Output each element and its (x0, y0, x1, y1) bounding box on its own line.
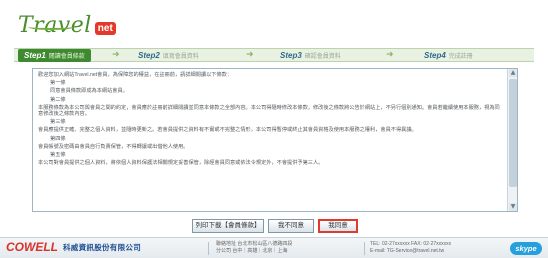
terms-section-title: 第五條 (50, 152, 66, 159)
terms-box[interactable]: 歡迎您加入網站Travel.net會員，為保障您的權益，在註冊前，請詳細閱讀以下… (32, 68, 518, 212)
step-4-label: 完成註冊 (448, 54, 473, 60)
scroll-down-icon[interactable]: ▼ (509, 203, 517, 211)
logo-swoosh-icon (28, 24, 74, 30)
scrollbar-thumb[interactable] (509, 79, 517, 187)
step-2: Step2 填寫會員資料 (138, 49, 199, 62)
skype-icon[interactable]: skype (510, 242, 542, 255)
terms-section-title: 第一條 (50, 80, 66, 87)
arrow-right-icon: ➜ (386, 50, 394, 60)
company-brand: COWELL (6, 240, 58, 254)
terms-section-title: 第三條 (50, 119, 66, 126)
terms-content: 歡迎您加入網站Travel.net會員，為保障您的權益，在註冊前，請詳細閱讀以下… (33, 69, 507, 211)
footer-contact: TEL: 02-27xxxxxx FAX: 02-27xxxxxx E-mail… (370, 241, 451, 255)
company-logo: COWELL 科威資訊股份有限公司 (6, 240, 141, 254)
registration-page: Travel net Step1 閱讀會員條款 ➜ Step2 填寫會員資料 ➜… (0, 0, 548, 258)
step-2-number: Step2 (138, 51, 160, 60)
step-1-label: 閱讀會員條款 (48, 54, 85, 60)
contact-tel: TEL: 02-27xxxxxx FAX: 02-27xxxxxx (370, 241, 452, 247)
terms-section-body: 本公司對會員提供之個人資料，將依個人資料保護法相關規定妥善保管，除經會員同意或依… (38, 160, 324, 167)
step-4-number: Step4 (424, 51, 446, 60)
branch-label: 分公司 (216, 248, 232, 254)
footer: COWELL 科威資訊股份有限公司 聯絡地址 台北市松山區八德路四段 分公司 台… (0, 237, 548, 258)
step-1: Step1 閱讀會員條款 (18, 49, 91, 62)
contact-email[interactable]: E-mail: TG-Service@travel.net.tw (370, 248, 451, 255)
print-terms-button[interactable]: 列印下載【會員條款】 (192, 219, 264, 233)
terms-scrollbar[interactable]: ▲ ▼ (507, 69, 517, 211)
travel-logo[interactable]: Travel net (18, 6, 116, 38)
terms-section-title: 第四條 (50, 135, 66, 142)
step-2-label: 填寫會員資料 (162, 54, 199, 60)
terms-section-body: 會員帳號及密碼由會員自行負責保管，不得轉讓或出借他人使用。 (38, 143, 189, 150)
step-4: Step4 完成註冊 (424, 49, 473, 62)
footer-divider (364, 242, 365, 255)
address-label: 聯絡地址 (216, 241, 237, 247)
terms-section-body: 本服務條款為本公司與會員之間的約定，會員應於註冊前詳細閱讀並同意本條款之全部內容… (38, 104, 500, 118)
arrow-right-icon: ➜ (112, 50, 120, 60)
scroll-up-icon[interactable]: ▲ (509, 69, 517, 77)
footer-address: 聯絡地址 台北市松山區八德路四段 分公司 台中｜高雄｜北京｜上海 (216, 241, 292, 255)
agree-button[interactable]: 我同意 (318, 219, 358, 233)
step-3-number: Step3 (280, 51, 302, 60)
step-3: Step3 確認會員資料 (280, 49, 341, 62)
terms-intro: 歡迎您加入網站Travel.net會員，為保障您的權益，在註冊前，請詳細閱讀以下… (38, 72, 233, 78)
address-value: 台北市松山區八德路四段 (237, 241, 293, 247)
step-1-number: Step1 (24, 51, 46, 60)
branch-value: 台中｜高雄｜北京｜上海 (232, 248, 288, 254)
company-name: 科威資訊股份有限公司 (63, 242, 141, 252)
registration-steps: Step1 閱讀會員條款 ➜ Step2 填寫會員資料 ➜ Step3 確認會員… (14, 48, 534, 62)
terms-section-body: 會員應提供正確、完整之個人資料，並隨時更新之。若會員提供之資料有不實或不完整之情… (38, 127, 417, 134)
footer-divider (208, 242, 209, 255)
disagree-button[interactable]: 我不同意 (268, 219, 314, 233)
logo-badge: net (94, 22, 116, 35)
arrow-right-icon: ➜ (246, 50, 254, 60)
terms-section-body: 同意會員條款即成為本網站會員。 (50, 88, 128, 95)
step-3-label: 確認會員資料 (304, 54, 341, 60)
terms-section-title: 第二條 (50, 96, 66, 103)
